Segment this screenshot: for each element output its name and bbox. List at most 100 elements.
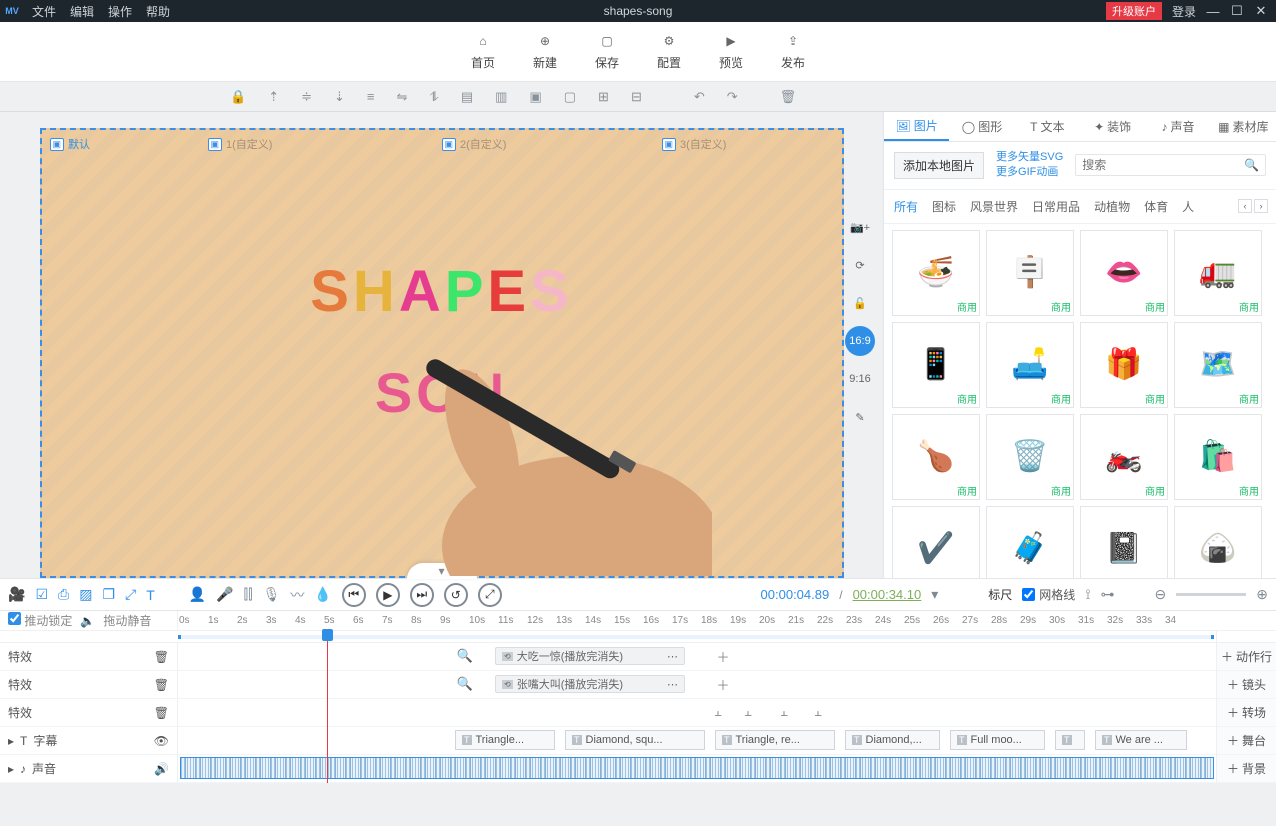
- t-cut-icon[interactable]: ⎙: [58, 586, 69, 603]
- filter-4[interactable]: 动植物: [1094, 198, 1130, 215]
- volume-icon[interactable]: 🔊: [154, 762, 169, 776]
- fx-search-icon[interactable]: 🔍: [455, 675, 475, 693]
- asset-cell[interactable]: ✔️商用: [892, 506, 980, 578]
- login-button[interactable]: 登录: [1172, 3, 1196, 20]
- prev-button[interactable]: ⏮: [342, 583, 366, 607]
- close-icon[interactable]: ✕: [1254, 3, 1268, 19]
- camera-label[interactable]: ▣2(自定义): [442, 136, 507, 152]
- asset-cell[interactable]: 🚛商用: [1174, 230, 1262, 316]
- add-local-image-button[interactable]: 添加本地图片: [894, 152, 984, 179]
- time-total[interactable]: 00:00:34.10: [853, 587, 922, 602]
- asset-cell[interactable]: 🪧商用: [986, 230, 1074, 316]
- filter-2[interactable]: 风景世界: [970, 198, 1018, 215]
- timeline-ruler[interactable]: 0s1s2s3s4s5s6s7s8s9s10s11s12s13s14s15s16…: [178, 611, 1276, 630]
- expand-icon[interactable]: ▸: [8, 762, 14, 776]
- maximize-icon[interactable]: ☐: [1230, 3, 1244, 19]
- tab-sound[interactable]: ♪声音: [1145, 112, 1210, 141]
- fullscreen-button[interactable]: ⤢: [478, 583, 502, 607]
- subtitle-clip[interactable]: TDiamond,...: [845, 730, 940, 750]
- menu-file[interactable]: 文件: [32, 3, 56, 20]
- audio-waveform[interactable]: [180, 757, 1214, 779]
- settings-button[interactable]: ⚙配置: [657, 32, 681, 71]
- marker-icon[interactable]: ⫠: [708, 703, 728, 721]
- preview-button[interactable]: ▶预览: [719, 32, 743, 71]
- t-mic-icon[interactable]: 🎙: [263, 586, 281, 603]
- minimize-icon[interactable]: —: [1206, 4, 1220, 19]
- flip-v-icon[interactable]: ⥮: [429, 89, 438, 105]
- subtitle-clip[interactable]: T: [1055, 730, 1085, 750]
- subtitle-clip[interactable]: TDiamond, squ...: [565, 730, 705, 750]
- t-user-icon[interactable]: 👤: [189, 586, 206, 603]
- canvas[interactable]: ▣默认▣1(自定义)▣2(自定义)▣3(自定义) SHAPES SON: [40, 128, 844, 578]
- ratio-16-9-button[interactable]: 16:9: [845, 326, 875, 356]
- tab-text[interactable]: T文本: [1015, 112, 1080, 141]
- align-vcenter-icon[interactable]: ≑: [301, 89, 312, 105]
- camera-label[interactable]: ▣默认: [50, 136, 91, 152]
- flip-h-icon[interactable]: ⇋: [397, 89, 408, 105]
- menu-action[interactable]: 操作: [108, 3, 132, 20]
- publish-button[interactable]: ⇪发布: [781, 32, 805, 71]
- search-input[interactable]: [1082, 158, 1244, 172]
- asset-cell[interactable]: 🍙商用: [1174, 506, 1262, 578]
- push-lock-checkbox[interactable]: 推动锁定: [8, 612, 72, 629]
- ratio-9-16-button[interactable]: 9:16: [845, 364, 875, 394]
- camera-label[interactable]: ▣1(自定义): [208, 136, 273, 152]
- align-top-icon[interactable]: ⇡: [268, 89, 279, 105]
- layer-up-icon[interactable]: ▣: [529, 89, 541, 105]
- subtitle-clip[interactable]: TTriangle, re...: [715, 730, 835, 750]
- asset-cell[interactable]: 🏍️商用: [1080, 414, 1168, 500]
- lock-open-button[interactable]: 🔓: [845, 288, 875, 318]
- tab-image[interactable]: 🖼图片: [884, 112, 949, 141]
- more-gif-link[interactable]: 更多GIF动画: [996, 165, 1063, 180]
- edit-button[interactable]: ✎: [845, 402, 875, 432]
- t-wave-icon[interactable]: 〰: [290, 585, 304, 605]
- t-voice-icon[interactable]: 🎤: [216, 586, 233, 603]
- subtitle-clip[interactable]: TFull moo...: [950, 730, 1045, 750]
- play-button[interactable]: ▶: [376, 583, 400, 607]
- next-button[interactable]: ⏭: [410, 583, 434, 607]
- t-eq-icon[interactable]: ⫿⫿: [244, 586, 253, 603]
- add-track-button[interactable]: ＋动作行: [1217, 643, 1276, 671]
- save-button[interactable]: ▢保存: [595, 32, 619, 71]
- marker-icon[interactable]: ⫠: [808, 703, 828, 721]
- filter-1[interactable]: 图标: [932, 198, 956, 215]
- asset-cell[interactable]: 🗑️商用: [986, 414, 1074, 500]
- fx-search-icon[interactable]: 🔍: [455, 647, 475, 665]
- filter-3[interactable]: 日常用品: [1032, 198, 1080, 215]
- loop-button[interactable]: ↺: [444, 583, 468, 607]
- camera-add-button[interactable]: 📷+: [845, 212, 875, 242]
- t-dup-icon[interactable]: ❐: [102, 586, 115, 603]
- magnet-icon[interactable]: ⊶: [1101, 586, 1115, 603]
- search-icon[interactable]: 🔍: [1244, 158, 1259, 172]
- playhead[interactable]: [327, 631, 328, 783]
- dist-h-icon[interactable]: ▤: [461, 89, 473, 105]
- t-camera-icon[interactable]: 🎥: [8, 586, 25, 603]
- dist-v-icon[interactable]: ▥: [495, 89, 507, 105]
- zoom-slider[interactable]: [1176, 593, 1246, 596]
- asset-cell[interactable]: 🍗商用: [892, 414, 980, 500]
- fx-clip-2[interactable]: ⟲张嘴大叫(播放完消失)⋯: [495, 675, 685, 693]
- filter-6[interactable]: 人: [1182, 198, 1194, 215]
- asset-cell[interactable]: 📱商用: [892, 322, 980, 408]
- t-zoomfit-icon[interactable]: ⤢: [125, 586, 136, 603]
- group-icon[interactable]: ⊞: [598, 89, 609, 105]
- marker-icon[interactable]: ⫠: [738, 703, 758, 721]
- t-drop-icon[interactable]: 💧: [314, 586, 331, 603]
- t-split-icon[interactable]: ▨: [79, 586, 92, 603]
- align-left-icon[interactable]: ≡: [367, 89, 375, 104]
- t-marker-icon[interactable]: ☑: [35, 586, 48, 603]
- zoom-in-icon[interactable]: ⊕: [1256, 586, 1268, 603]
- snap-icon[interactable]: ⟟: [1085, 586, 1090, 603]
- redo-icon[interactable]: ↷: [727, 89, 738, 105]
- subtitle-clip[interactable]: TTriangle...: [455, 730, 555, 750]
- zoom-out-icon[interactable]: ⊖: [1155, 586, 1167, 603]
- gridlines-checkbox[interactable]: 网格线: [1022, 586, 1075, 603]
- reload-button[interactable]: ⟳: [845, 250, 875, 280]
- add-fx-icon[interactable]: ＋: [713, 647, 733, 665]
- t-text-icon[interactable]: T: [146, 587, 155, 603]
- lock-icon[interactable]: 🔒: [230, 89, 246, 105]
- add-track-button[interactable]: ＋舞台: [1217, 727, 1276, 755]
- asset-cell[interactable]: 🎁商用: [1080, 322, 1168, 408]
- upgrade-button[interactable]: 升级账户: [1106, 2, 1162, 20]
- ungroup-icon[interactable]: ⊟: [631, 89, 642, 105]
